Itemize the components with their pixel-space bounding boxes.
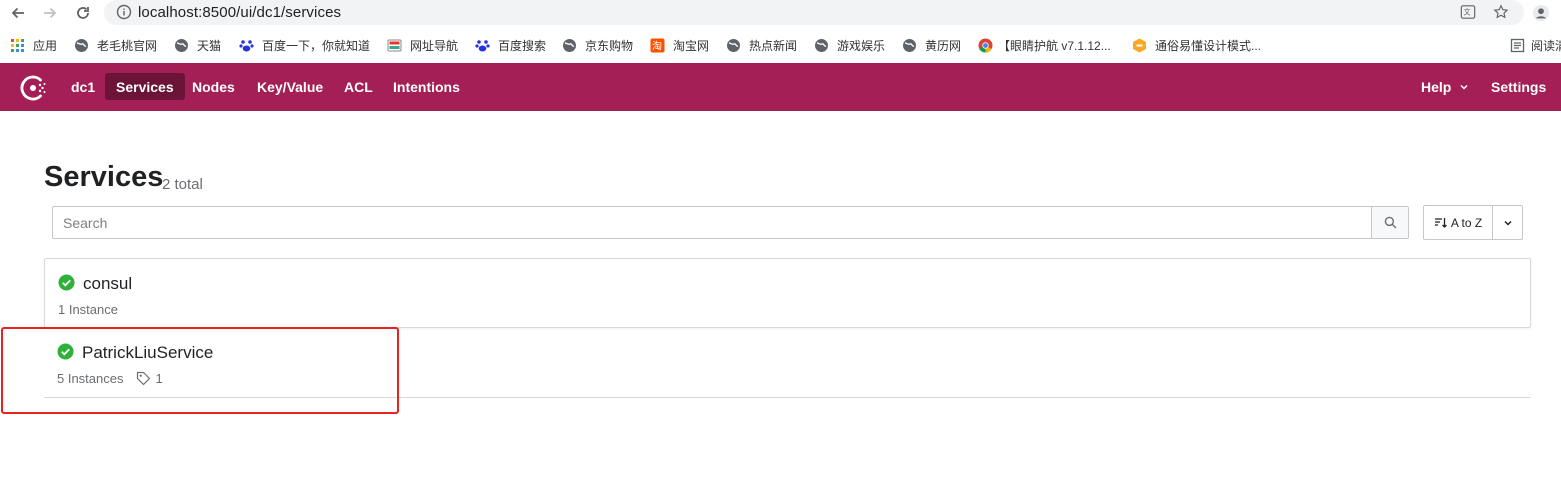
bookmark-item[interactable]: 百度一下，你就知道 — [239, 36, 370, 54]
baidu-paw-icon — [475, 38, 490, 53]
address-bar[interactable]: localhost:8500/ui/dc1/services 文 — [104, 0, 1524, 25]
reading-list-icon — [1510, 38, 1525, 53]
sort-toggle[interactable] — [1492, 206, 1522, 239]
bookmark-label: 京东购物 — [585, 38, 634, 53]
bookmark-item[interactable]: 游戏娱乐 — [814, 36, 885, 54]
bookmark-label: 老毛桃官网 — [97, 38, 158, 53]
service-name[interactable]: consul — [83, 274, 132, 294]
browser-toolbar: localhost:8500/ui/dc1/services 文 — [0, 0, 1561, 25]
globe-icon — [814, 38, 829, 53]
sort-label: A to Z — [1450, 215, 1483, 230]
bookmark-item[interactable]: 【眼睛护航 v7.1.12... — [978, 36, 1111, 54]
bookmark-label: 百度一下，你就知道 — [262, 38, 371, 53]
consul-logo-icon[interactable] — [20, 75, 48, 101]
back-arrow-icon[interactable] — [7, 2, 29, 24]
sort-dropdown[interactable]: A to Z — [1423, 205, 1523, 240]
bookmark-item[interactable]: 黄历网 — [902, 36, 961, 54]
nav-acl[interactable]: ACL — [333, 73, 384, 100]
bookmark-label: 黄历网 — [925, 38, 962, 53]
sort-icon — [1434, 218, 1447, 228]
datacenter-selector[interactable]: dc1 — [60, 73, 106, 100]
apps-grid-icon — [10, 38, 25, 53]
info-icon[interactable] — [116, 4, 132, 20]
annotation-highlight-box — [1, 327, 399, 414]
bookmark-label: 【眼睛护航 v7.1.12... — [998, 38, 1111, 53]
bookmarks-bar: 应用 老毛桃官网 天猫 百度一下，你就知道 网址导航 百度搜索 京东购物 淘 淘… — [0, 31, 1561, 59]
help-label: Help — [1421, 78, 1452, 95]
account-icon[interactable] — [1530, 2, 1552, 24]
bookmark-item[interactable]: 百度搜索 — [475, 36, 546, 54]
bookmark-label: 热点新闻 — [749, 38, 798, 53]
bookmark-label: 阅读清 — [1531, 38, 1561, 53]
bookmark-label: 游戏娱乐 — [837, 38, 886, 53]
bookmark-item[interactable]: 热点新闻 — [726, 36, 797, 54]
globe-icon — [562, 38, 577, 53]
nav-key-value[interactable]: Key/Value — [246, 73, 334, 100]
bookmark-item[interactable]: 淘 淘宝网 — [650, 36, 709, 54]
search-field — [52, 206, 1409, 239]
bookmark-item[interactable]: 天猫 — [174, 36, 221, 54]
service-meta: 1 Instance — [58, 302, 118, 317]
bookmark-label: 淘宝网 — [673, 38, 710, 53]
globe-icon — [74, 38, 89, 53]
url-text[interactable]: localhost:8500/ui/dc1/services — [138, 4, 341, 21]
nav-nodes[interactable]: Nodes — [181, 73, 246, 100]
bookmark-item[interactable]: 通俗易懂设计模式... — [1132, 36, 1261, 54]
instance-count: 1 Instance — [58, 302, 118, 317]
bookmark-item[interactable]: 老毛桃官网 — [74, 36, 157, 54]
search-input[interactable] — [53, 207, 1371, 238]
globe-icon — [902, 38, 917, 53]
nav-intentions[interactable]: Intentions — [382, 73, 471, 100]
bookmark-apps[interactable]: 应用 — [10, 36, 57, 54]
forward-arrow-icon[interactable] — [39, 2, 61, 24]
chevron-down-icon — [1460, 84, 1468, 90]
bookmark-item[interactable]: 阅读清 — [1510, 36, 1561, 54]
bookmark-label: 百度搜索 — [498, 38, 547, 53]
nav-services[interactable]: Services — [105, 73, 185, 100]
service-row-consul[interactable]: consul 1 Instance — [44, 258, 1531, 328]
chrome-icon — [978, 38, 993, 53]
search-icon — [1384, 216, 1396, 229]
nav-help[interactable]: Help — [1410, 73, 1480, 100]
bookmark-label: 天猫 — [197, 38, 222, 53]
taobao-icon: 淘 — [650, 38, 665, 53]
consul-topbar: dc1 Services Nodes Key/Value ACL Intenti… — [0, 63, 1561, 111]
reload-icon[interactable] — [72, 2, 94, 24]
svg-text:文: 文 — [1464, 8, 1471, 17]
nav-settings[interactable]: Settings — [1480, 73, 1557, 100]
search-button[interactable] — [1371, 207, 1408, 238]
services-total-count: 2 total — [162, 176, 203, 193]
bookmark-item[interactable]: 网址导航 — [387, 36, 458, 54]
page-title: Services — [44, 161, 164, 193]
bookmark-item[interactable]: 京东购物 — [562, 36, 633, 54]
nav-site-icon — [387, 38, 402, 53]
chevron-down-icon — [1503, 220, 1512, 226]
globe-icon — [726, 38, 741, 53]
svg-text:淘: 淘 — [652, 39, 662, 52]
star-icon[interactable] — [1492, 3, 1510, 21]
passing-check-icon — [58, 274, 75, 291]
sort-button[interactable]: A to Z — [1424, 206, 1492, 239]
bookmark-label: 通俗易懂设计模式... — [1155, 38, 1262, 53]
bookmark-label: 网址导航 — [410, 38, 459, 53]
bookmark-label: 应用 — [33, 38, 58, 53]
translate-icon[interactable]: 文 — [1459, 3, 1477, 21]
globe-icon — [174, 38, 189, 53]
baidu-paw-icon — [239, 38, 254, 53]
hexagon-icon — [1132, 38, 1147, 53]
